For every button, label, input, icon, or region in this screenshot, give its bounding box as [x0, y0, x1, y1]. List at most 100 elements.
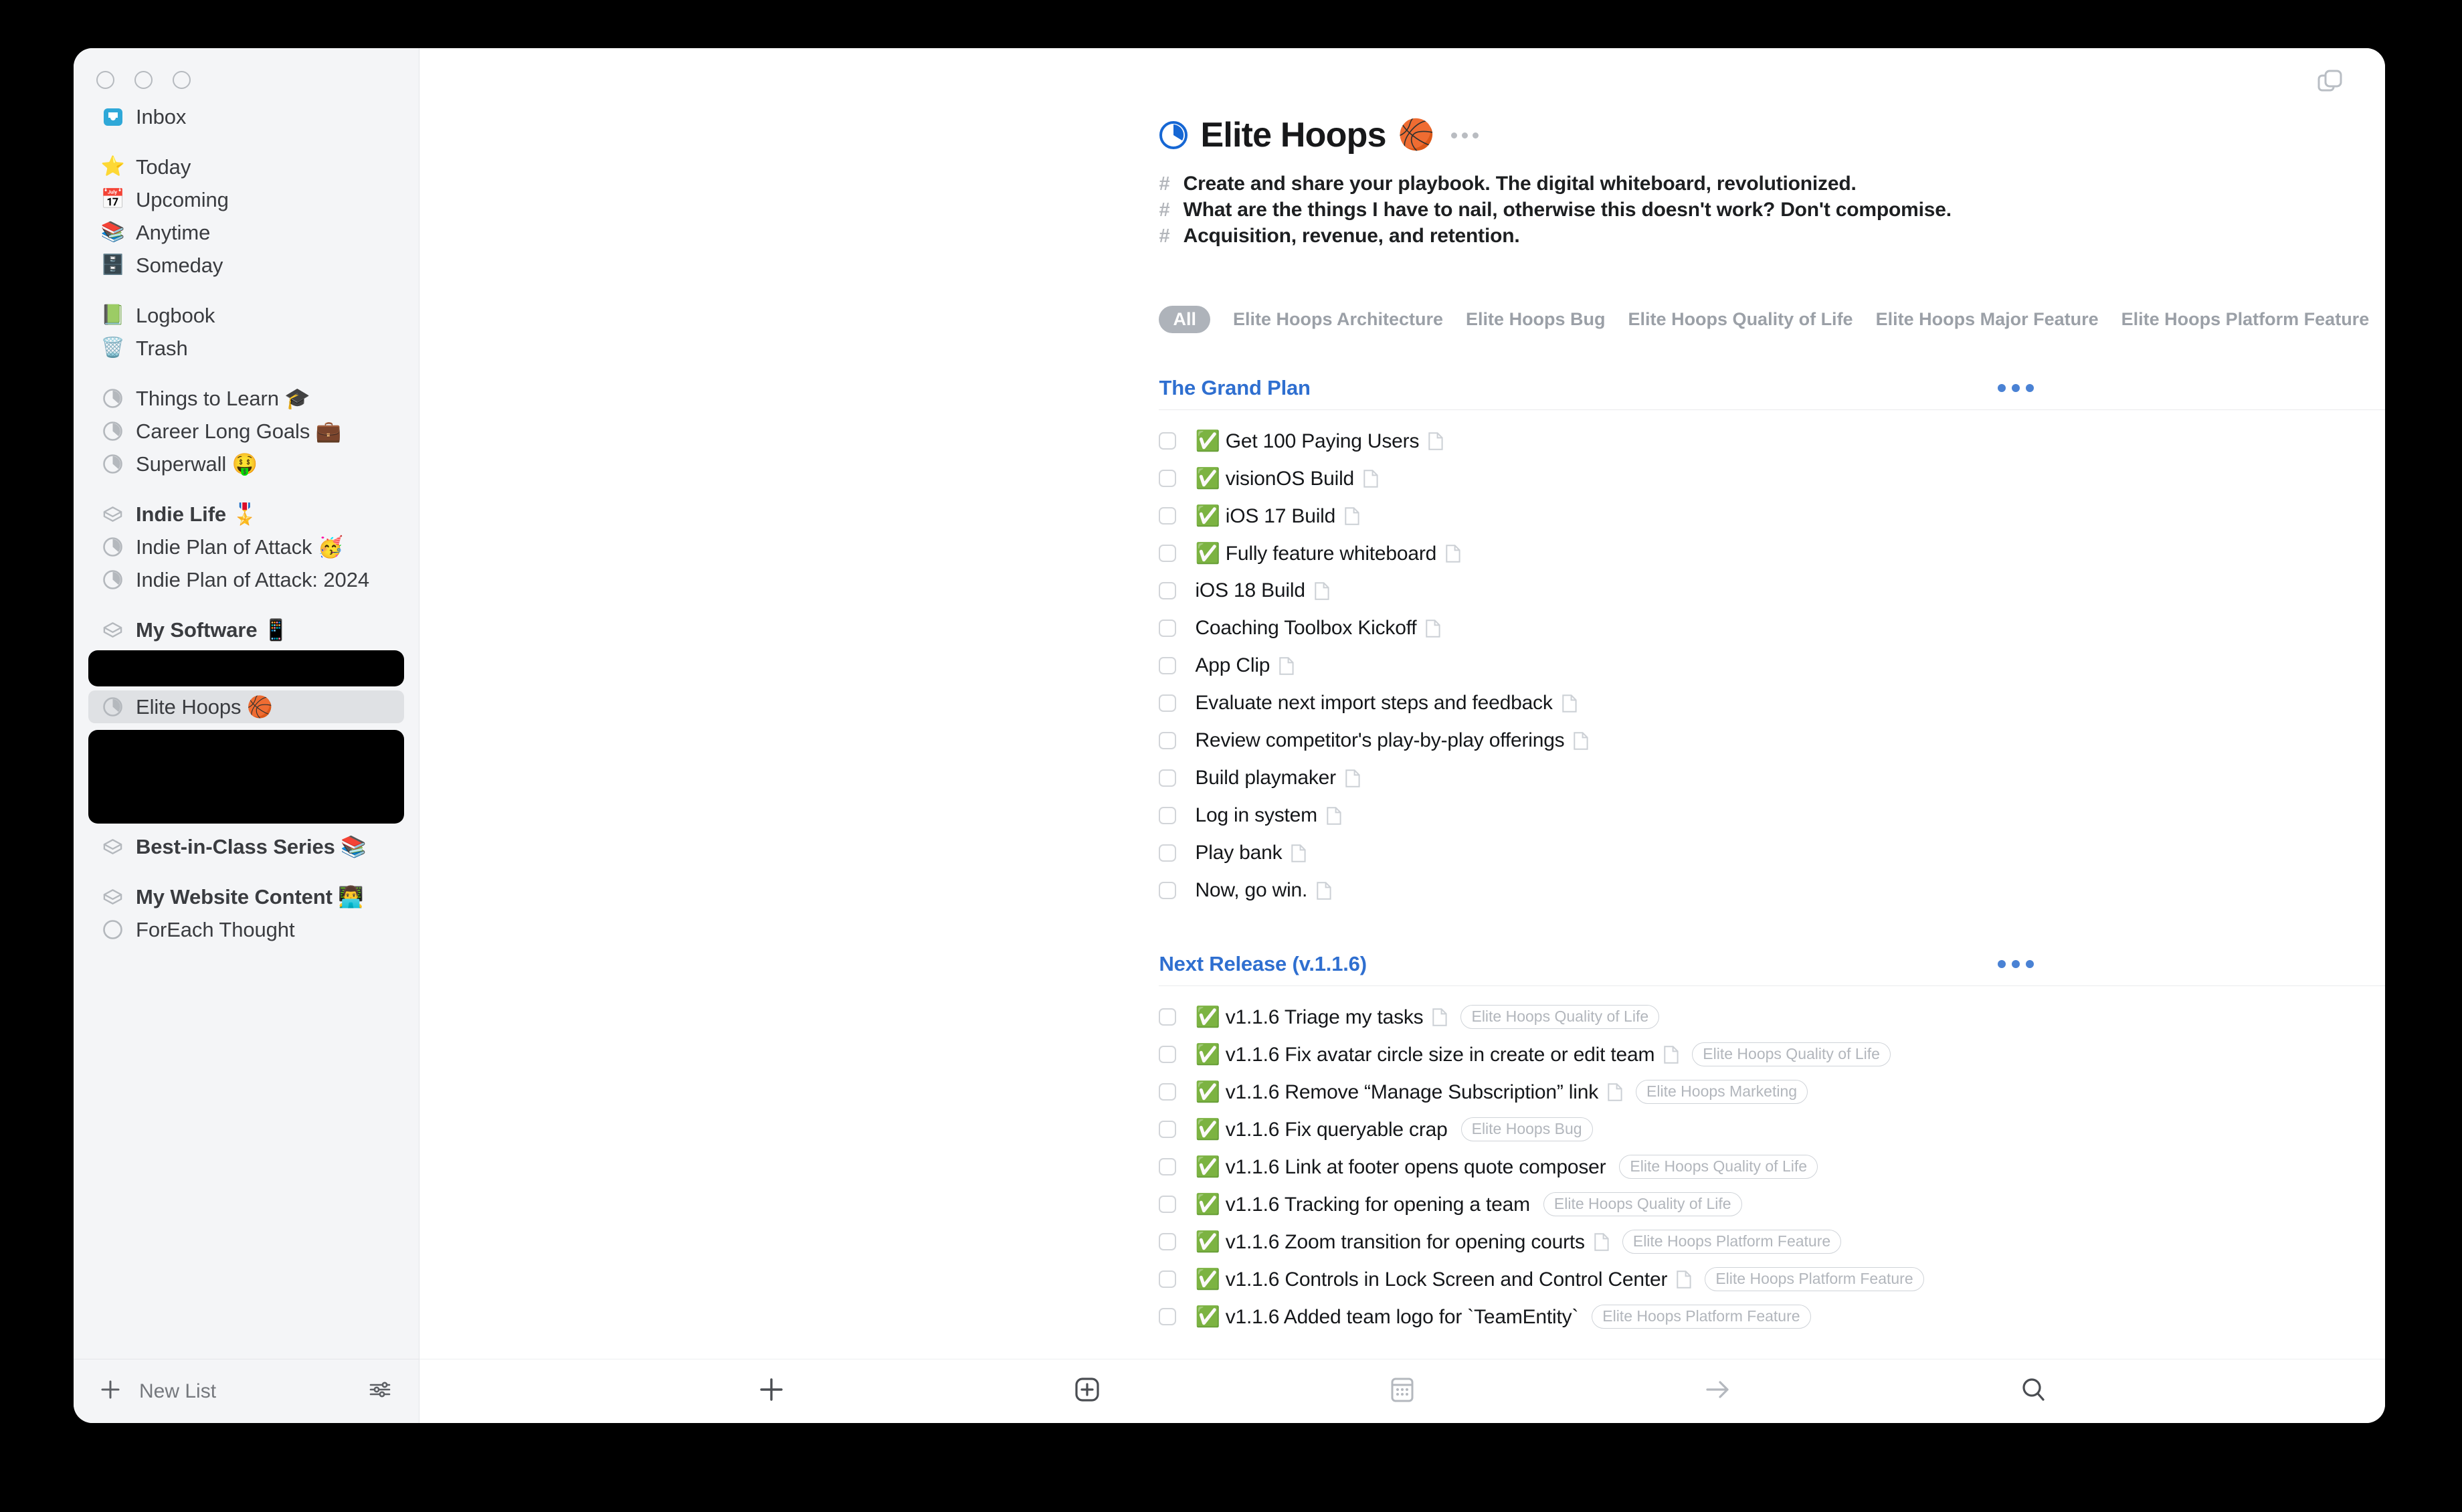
sidebar-group: Inbox [74, 100, 419, 133]
todo-checkbox[interactable] [1159, 844, 1177, 862]
sidebar-item-superwall[interactable]: Superwall 🤑 [88, 448, 404, 480]
todo-checkbox[interactable] [1159, 1196, 1177, 1213]
todo-tag-pill[interactable]: Elite Hoops Platform Feature [1622, 1230, 1842, 1254]
tag-filter-all[interactable]: All [1159, 306, 1210, 333]
todo-row[interactable]: Coaching Toolbox Kickoff [1159, 609, 2385, 647]
todo-tag-pill[interactable]: Elite Hoops Platform Feature [1705, 1267, 1924, 1291]
todo-row[interactable]: iOS 18 Build [1159, 572, 2385, 609]
sidebar-group: 📗 Logbook 🗑️ Trash [74, 299, 419, 365]
inbox-tray-icon [102, 106, 124, 128]
todo-checkbox[interactable] [1159, 1270, 1177, 1288]
sidebar-item-trash[interactable]: 🗑️ Trash [88, 332, 404, 365]
sidebar-item-indie-life[interactable]: Indie Life 🎖️ [88, 498, 404, 531]
todo-row[interactable]: ✅ v1.1.6 Controls in Lock Screen and Con… [1159, 1260, 2385, 1298]
todo-row[interactable]: Review competitor's play-by-play offerin… [1159, 722, 2385, 759]
todo-checkbox[interactable] [1159, 769, 1177, 787]
todo-checkbox[interactable] [1159, 657, 1177, 674]
sidebar-item-today[interactable]: ⭐ Today [88, 151, 404, 183]
when-button[interactable] [1379, 1368, 1426, 1415]
move-button[interactable] [1695, 1368, 1741, 1415]
section-menu-ellipsis-icon[interactable] [1998, 960, 2034, 968]
todo-checkbox[interactable] [1159, 1083, 1177, 1101]
todo-row[interactable]: ✅ v1.1.6 Fix queryable crap Elite Hoops B… [1159, 1111, 2385, 1148]
todo-row[interactable]: ✅ v1.1.6 Tracking for opening a team Elit… [1159, 1186, 2385, 1223]
todo-row[interactable]: Evaluate next import steps and feedback [1159, 684, 2385, 722]
sidebar-group: Things to Learn 🎓 Career Long Goals 💼 Supe… [74, 382, 419, 480]
sidebar-item-inbox[interactable]: Inbox [88, 100, 404, 133]
sidebar-item-foreach-thought[interactable]: ForEach Thought [88, 913, 404, 946]
project-scroll-area[interactable]: Elite Hoops 🏀 # Create and share your pla… [419, 102, 2385, 1359]
todo-row[interactable]: App Clip [1159, 647, 2385, 684]
todo-row[interactable]: ✅ v1.1.6 Fix avatar circle size in creat… [1159, 1036, 2385, 1073]
todo-row[interactable]: Now, go win. [1159, 872, 2385, 909]
todo-row[interactable]: ✅ v1.1.6 Added team logo for `TeamEntity… [1159, 1298, 2385, 1335]
todo-checkbox[interactable] [1159, 620, 1177, 637]
todo-checkbox[interactable] [1159, 582, 1177, 599]
todo-row[interactable]: ✅ visionOS Build [1159, 460, 2385, 497]
sidebar-item-my-website-content[interactable]: My Website Content 👨‍💻 [88, 880, 404, 913]
note-page-icon [1432, 1008, 1448, 1026]
todo-row[interactable]: ✅ Fully feature whiteboard [1159, 535, 2385, 572]
sidebar-item-best-in-class-series[interactable]: Best-in-Class Series 📚 [88, 830, 404, 863]
windows-stack-icon[interactable] [2315, 67, 2345, 100]
ellipsis-icon[interactable] [1450, 132, 1479, 138]
todo-checkbox[interactable] [1159, 470, 1177, 487]
todo-row[interactable]: ✅ v1.1.6 Zoom transition for opening cou… [1159, 1223, 2385, 1260]
new-heading-button[interactable] [1064, 1368, 1111, 1415]
tag-filter-item[interactable]: Elite Hoops Major Feature [1876, 309, 2099, 330]
project-notes[interactable]: # Create and share your playbook. The dig… [1159, 173, 2385, 251]
todo-row[interactable]: ✅ Get 100 Paying Users [1159, 422, 2385, 460]
sidebar-item-label: Indie Life 🎖️ [136, 502, 258, 526]
section-menu-ellipsis-icon[interactable] [1998, 384, 2034, 392]
todo-tag-pill[interactable]: Elite Hoops Quality of Life [1460, 1005, 1660, 1029]
sidebar-item-upcoming[interactable]: 📅 Upcoming [88, 183, 404, 216]
todo-tag-pill[interactable]: Elite Hoops Marketing [1636, 1080, 1808, 1104]
todo-tag-pill[interactable]: Elite Hoops Quality of Life [1619, 1155, 1818, 1179]
sidebar-item-someday[interactable]: 🗄️ Someday [88, 249, 404, 282]
sidebar-item-anytime[interactable]: 📚 Anytime [88, 216, 404, 249]
todo-checkbox[interactable] [1159, 545, 1177, 562]
sidebar-item-things-to-learn[interactable]: Things to Learn 🎓 [88, 382, 404, 415]
new-todo-button[interactable] [748, 1368, 795, 1415]
sidebar-item-logbook[interactable]: 📗 Logbook [88, 299, 404, 332]
sidebar-list[interactable]: Inbox ⭐ Today 📅 Upcoming 📚 Anytime 🗄️ Someday 📗 Lo… [74, 86, 419, 1359]
todo-row[interactable]: ✅ v1.1.6 Remove “Manage Subscription” li… [1159, 1073, 2385, 1111]
sidebar-item-indie-plan-of-attack-2024[interactable]: Indie Plan of Attack: 2024 [88, 563, 404, 596]
todo-checkbox[interactable] [1159, 807, 1177, 824]
todo-tag-pill[interactable]: Elite Hoops Platform Feature [1592, 1305, 1811, 1329]
sliders-icon[interactable] [368, 1378, 392, 1405]
tag-filter-item[interactable]: Elite Hoops Bug [1466, 309, 1606, 330]
todo-row[interactable]: ✅ v1.1.6 Triage my tasks Elite Hoops Qual… [1159, 998, 2385, 1036]
todo-checkbox[interactable] [1159, 1233, 1177, 1250]
todo-row[interactable]: ✅ iOS 17 Build [1159, 497, 2385, 535]
tag-filter-item[interactable]: Elite Hoops Architecture [1233, 309, 1443, 330]
todo-tag-pill[interactable]: Elite Hoops Bug [1460, 1117, 1593, 1141]
todo-row[interactable]: Play bank [1159, 834, 2385, 872]
todo-checkbox[interactable] [1159, 432, 1177, 450]
bottom-toolbar [419, 1359, 2385, 1423]
todo-checkbox[interactable] [1159, 1046, 1177, 1063]
sidebar-item-career-long-goals[interactable]: Career Long Goals 💼 [88, 415, 404, 448]
todo-tag-pill[interactable]: Elite Hoops Quality of Life [1543, 1192, 1742, 1216]
todo-checkbox[interactable] [1159, 1008, 1177, 1026]
todo-checkbox[interactable] [1159, 1308, 1177, 1325]
todo-checkbox[interactable] [1159, 1158, 1177, 1175]
todo-row[interactable]: ✅ v1.1.6 Link at footer opens quote comp… [1159, 1148, 2385, 1186]
tag-filter-item[interactable]: Elite Hoops Quality of Life [1628, 309, 1853, 330]
sidebar-item-my-software[interactable]: My Software 📱 [88, 613, 404, 646]
todo-checkbox[interactable] [1159, 694, 1177, 712]
todo-checkbox[interactable] [1159, 1121, 1177, 1138]
todo-checkbox[interactable] [1159, 732, 1177, 749]
todo-row[interactable]: Log in system [1159, 797, 2385, 834]
sidebar-item-elite-hoops[interactable]: Elite Hoops 🏀 [88, 690, 405, 723]
sidebar-item-indie-plan-of-attack[interactable]: Indie Plan of Attack 🥳 [88, 531, 404, 563]
todo-tag-pill[interactable]: Elite Hoops Quality of Life [1692, 1042, 1891, 1066]
todo-row[interactable]: Build playmaker [1159, 759, 2385, 797]
tag-filter-item[interactable]: Elite Hoops Platform Feature [2121, 309, 2370, 330]
search-button[interactable] [2010, 1368, 2057, 1415]
todo-checkbox[interactable] [1159, 507, 1177, 525]
todo-checkbox[interactable] [1159, 882, 1177, 899]
new-list-button[interactable]: New List [99, 1378, 216, 1404]
